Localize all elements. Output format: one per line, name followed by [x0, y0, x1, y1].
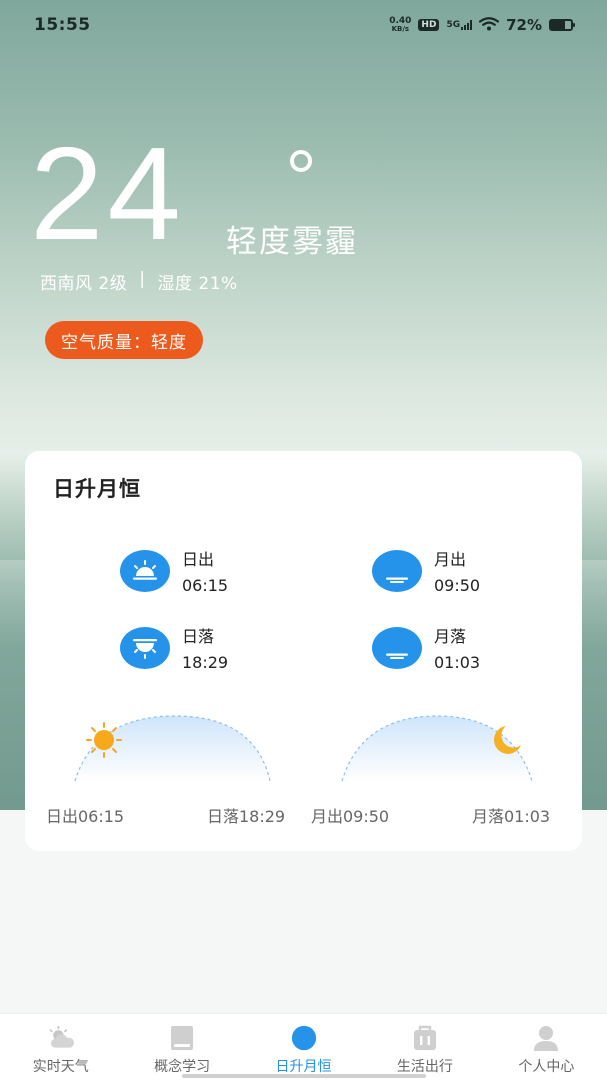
humidity-info: 湿度 21% — [157, 274, 238, 294]
weather-icon — [47, 1024, 75, 1052]
card-title: 日升月恒 — [53, 477, 141, 501]
battery-percent: 72% — [506, 16, 542, 34]
degree-symbol — [290, 150, 312, 172]
air-quality-badge[interactable]: 空气质量：轻度 — [45, 321, 203, 359]
status-icons: 0.40 KB/s HD 5G 72% — [389, 16, 575, 35]
nav-item-concept-learning[interactable]: 概念学习 — [121, 1014, 242, 1080]
nav-label: 实时天气 — [32, 1059, 89, 1075]
sunset-label: 日落 — [182, 627, 215, 646]
moonrise-time: 09:50 — [434, 576, 481, 595]
temperature-value: 24 — [30, 120, 185, 267]
status-bar: 15:55 0.40 KB/s HD 5G 72% — [0, 0, 607, 50]
sunrise-item: 日出 06:15 — [120, 546, 228, 595]
moonset-icon — [372, 626, 422, 669]
nav-item-sun-moon[interactable]: 日升月恒 — [243, 1014, 364, 1080]
arc-sunrise-label: 日出06:15 — [46, 807, 125, 826]
net-speed: 0.40 KB/s — [389, 16, 412, 34]
nav-label: 个人中心 — [518, 1059, 575, 1075]
sunset-icon — [120, 626, 170, 669]
person-icon — [532, 1024, 560, 1052]
wind-humidity-row: 西南风 2级 | 湿度 21% — [40, 269, 238, 294]
sunrise-label: 日出 — [182, 550, 215, 569]
moonrise-label: 月出 — [434, 550, 467, 569]
bag-icon — [411, 1024, 439, 1052]
sun-icon — [83, 721, 125, 763]
sunrise-time: 06:15 — [182, 576, 229, 595]
nav-item-life-travel[interactable]: 生活出行 — [364, 1014, 485, 1080]
info-separator: | — [139, 269, 146, 289]
book-icon — [168, 1024, 196, 1052]
moonset-time: 01:03 — [434, 653, 481, 672]
status-time: 15:55 — [34, 15, 91, 35]
sunset-item: 日落 18:29 — [120, 623, 228, 672]
hd-icon: HD — [418, 19, 440, 31]
nav-item-profile[interactable]: 个人中心 — [486, 1014, 607, 1080]
weather-description: 轻度雾霾 — [226, 224, 358, 260]
network-type: 5G — [446, 20, 461, 30]
arc-moonset-label: 月落01:03 — [472, 807, 551, 826]
battery-icon — [549, 19, 575, 31]
net-speed-unit: KB/s — [391, 25, 410, 33]
nav-label: 概念学习 — [154, 1059, 211, 1075]
moonset-item: 月落 01:03 — [372, 623, 480, 672]
wind-info: 西南风 2级 — [40, 274, 128, 294]
moonset-label: 月落 — [434, 627, 467, 646]
cellular-signal-icon: 5G — [446, 20, 473, 30]
moonrise-icon — [372, 549, 422, 592]
arc-sunset-label: 日落18:29 — [207, 807, 286, 826]
moon-icon — [290, 1024, 318, 1052]
crescent-moon-icon — [486, 723, 524, 761]
moonrise-item: 月出 09:50 — [372, 546, 480, 595]
wifi-icon — [478, 16, 500, 35]
sunrise-icon — [120, 549, 170, 592]
arc-moonrise-label: 月出09:50 — [311, 807, 390, 826]
nav-item-realtime-weather[interactable]: 实时天气 — [0, 1014, 121, 1080]
bottom-nav: 实时天气 概念学习 日升月恒 生活出行 个人中心 — [0, 1013, 607, 1080]
home-indicator — [182, 1074, 426, 1078]
nav-label: 日升月恒 — [275, 1059, 332, 1075]
sun-moon-card: 日升月恒 日出 06:15 月出 09:50 日落 18:29 月落 01:03… — [25, 451, 582, 851]
nav-label: 生活出行 — [396, 1059, 453, 1075]
net-speed-value: 0.40 — [389, 16, 412, 26]
sunset-time: 18:29 — [182, 653, 229, 672]
